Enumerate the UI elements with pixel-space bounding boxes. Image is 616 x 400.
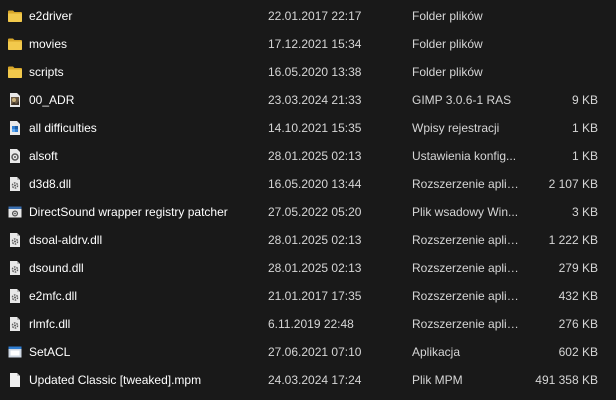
registry-file-icon <box>7 120 23 136</box>
file-type: Folder plików <box>412 65 483 79</box>
file-size: 602 KB <box>558 345 598 359</box>
file-size: 432 KB <box>558 289 598 303</box>
file-name: d3d8.dll <box>29 177 72 191</box>
file-type: Folder plików <box>412 9 483 23</box>
file-size: 1 222 KB <box>548 233 598 247</box>
file-type: Rozszerzenie aplik... <box>412 317 522 331</box>
file-type: GIMP 3.0.6-1 RAS <box>412 93 512 107</box>
file-type: Ustawienia konfig... <box>412 149 517 163</box>
dll-file-icon <box>7 232 23 248</box>
file-name: alsoft <box>29 149 58 163</box>
file-type: Wpisy rejestracji <box>412 121 500 135</box>
file-row[interactable]: all difficulties 14.10.2021 15:35 Wpisy … <box>0 114 616 142</box>
file-type: Plik MPM <box>412 373 463 387</box>
dll-file-icon <box>7 260 23 276</box>
file-row[interactable]: Updated Classic [tweaked].mpm 24.03.2024… <box>0 366 616 394</box>
file-date-modified: 28.01.2025 02:13 <box>268 233 362 247</box>
file-row[interactable]: scripts 16.05.2020 13:38 Folder plików <box>0 58 616 86</box>
file-size: 9 KB <box>571 93 598 107</box>
file-size: 276 KB <box>558 317 598 331</box>
file-date-modified: 21.01.2017 17:35 <box>268 289 362 303</box>
file-date-modified: 28.01.2025 02:13 <box>268 261 362 275</box>
file-type: Rozszerzenie aplik... <box>412 177 522 191</box>
folder-icon <box>7 64 23 80</box>
file-name: rlmfc.dll <box>29 317 71 331</box>
file-type: Rozszerzenie aplik... <box>412 261 522 275</box>
file-date-modified: 28.01.2025 02:13 <box>268 149 362 163</box>
file-size: 1 KB <box>571 149 598 163</box>
file-date-modified: 6.11.2019 22:48 <box>268 317 354 331</box>
file-date-modified: 23.03.2024 21:33 <box>268 93 362 107</box>
file-name: dsound.dll <box>29 261 84 275</box>
file-date-modified: 16.05.2020 13:38 <box>268 65 362 79</box>
file-size: 1 KB <box>571 121 598 135</box>
config-file-icon <box>7 148 23 164</box>
file-type: Aplikacja <box>412 345 461 359</box>
file-row[interactable]: e2driver 22.01.2017 22:17 Folder plików <box>0 2 616 30</box>
application-icon <box>7 344 23 360</box>
file-name: 00_ADR <box>29 93 75 107</box>
file-type: Plik wsadowy Win... <box>412 205 519 219</box>
file-date-modified: 16.05.2020 13:44 <box>268 177 362 191</box>
file-name: DirectSound wrapper registry patcher <box>29 205 228 219</box>
file-size: 3 KB <box>571 205 598 219</box>
batch-file-icon <box>7 204 23 220</box>
file-list: e2driver 22.01.2017 22:17 Folder plików … <box>0 2 616 394</box>
file-date-modified: 22.01.2017 22:17 <box>268 9 362 23</box>
file-row[interactable]: d3d8.dll 16.05.2020 13:44 Rozszerzenie a… <box>0 170 616 198</box>
file-size: 491 358 KB <box>535 373 598 387</box>
file-size: 279 KB <box>558 261 598 275</box>
file-name: e2driver <box>29 9 73 23</box>
generic-file-icon <box>7 372 23 388</box>
file-name: e2mfc.dll <box>29 289 78 303</box>
file-name: SetACL <box>29 345 71 359</box>
file-name: dsoal-aldrv.dll <box>29 233 103 247</box>
file-type: Rozszerzenie aplik... <box>412 289 522 303</box>
dll-file-icon <box>7 176 23 192</box>
file-row[interactable]: DirectSound wrapper registry patcher 27.… <box>0 198 616 226</box>
file-row[interactable]: e2mfc.dll 21.01.2017 17:35 Rozszerzenie … <box>0 282 616 310</box>
dll-file-icon <box>7 288 23 304</box>
file-row[interactable]: rlmfc.dll 6.11.2019 22:48 Rozszerzenie a… <box>0 310 616 338</box>
file-date-modified: 14.10.2021 15:35 <box>268 121 362 135</box>
file-type: Folder plików <box>412 37 483 51</box>
file-name: all difficulties <box>29 121 97 135</box>
file-name: scripts <box>29 65 64 79</box>
file-row[interactable]: alsoft 28.01.2025 02:13 Ustawienia konfi… <box>0 142 616 170</box>
file-name: Updated Classic [tweaked].mpm <box>29 373 202 387</box>
folder-icon <box>7 36 23 52</box>
file-date-modified: 24.03.2024 17:24 <box>268 373 362 387</box>
file-row[interactable]: dsoal-aldrv.dll 28.01.2025 02:13 Rozszer… <box>0 226 616 254</box>
dll-file-icon <box>7 316 23 332</box>
file-date-modified: 27.05.2022 05:20 <box>268 205 362 219</box>
file-date-modified: 17.12.2021 15:34 <box>268 37 362 51</box>
file-row[interactable]: dsound.dll 28.01.2025 02:13 Rozszerzenie… <box>0 254 616 282</box>
file-row[interactable]: movies 17.12.2021 15:34 Folder plików <box>0 30 616 58</box>
gimp-image-icon <box>7 92 23 108</box>
file-row[interactable]: SetACL 27.06.2021 07:10 Aplikacja 602 KB <box>0 338 616 366</box>
file-size: 2 107 KB <box>548 177 598 191</box>
file-date-modified: 27.06.2021 07:10 <box>268 345 362 359</box>
file-row[interactable]: 00_ADR 23.03.2024 21:33 GIMP 3.0.6-1 RAS… <box>0 86 616 114</box>
file-type: Rozszerzenie aplik... <box>412 233 522 247</box>
file-name: movies <box>29 37 68 51</box>
folder-icon <box>7 8 23 24</box>
